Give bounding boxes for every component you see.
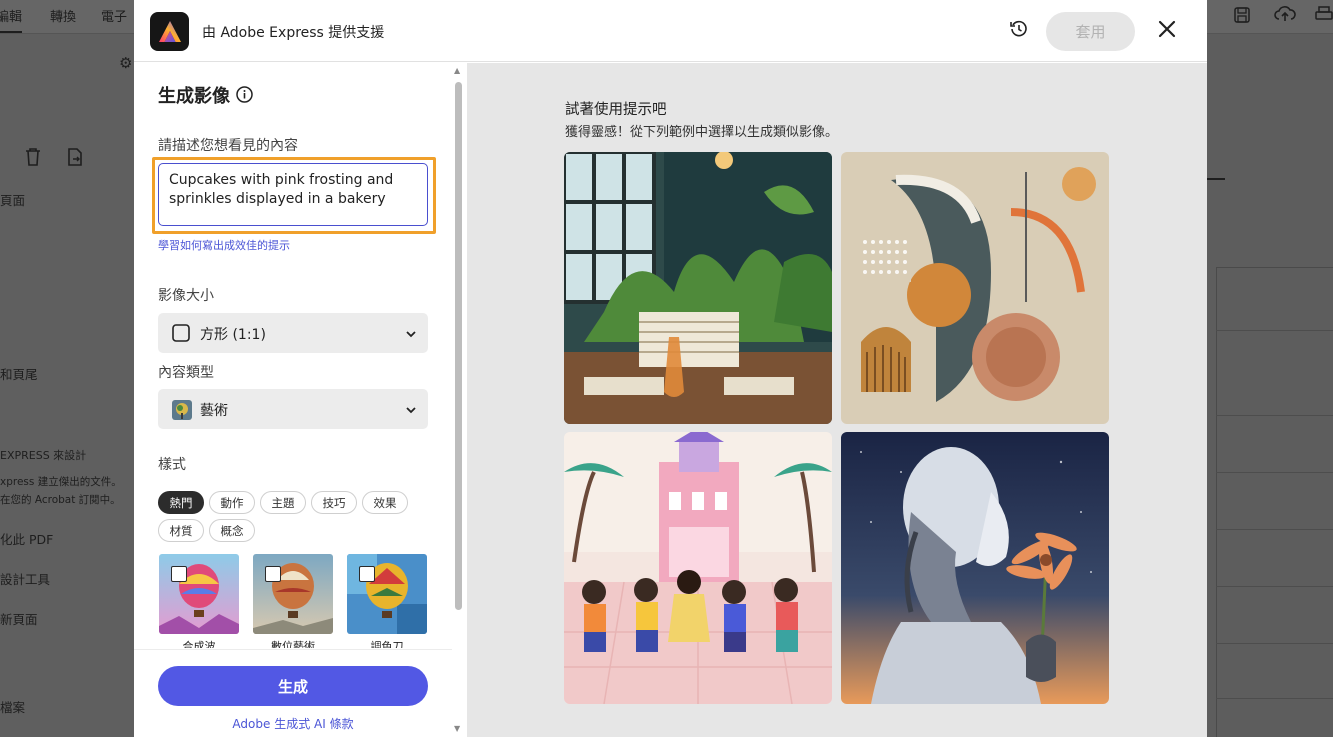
generate-button[interactable]: 生成 <box>158 666 428 706</box>
background-label-files: 檔案 <box>0 700 26 715</box>
content-type-dropdown[interactable]: 藝術 <box>158 389 428 429</box>
style-chip-theme[interactable]: 主題 <box>260 491 306 514</box>
image-size-value: 方形 (1:1) <box>200 327 266 343</box>
background-label-express-desc: xpress 建立傑出的文件。 <box>0 476 122 488</box>
content-type-label: 內容類型 <box>158 365 214 381</box>
style-chip-material[interactable]: 材質 <box>158 519 204 542</box>
sample-image-abstract-shapes[interactable] <box>841 152 1109 424</box>
background-rule <box>1216 586 1333 587</box>
cloud-upload-icon <box>1274 5 1296 27</box>
prompt-label: 請描述您想看見的內容 <box>158 138 298 154</box>
style-checkbox[interactable] <box>171 566 187 582</box>
sample-image-botanical-study[interactable] <box>564 152 832 424</box>
info-icon[interactable] <box>236 86 253 103</box>
background-label-pages: 頁面 <box>0 193 26 208</box>
art-icon <box>172 400 192 420</box>
print-icon <box>1315 5 1333 27</box>
style-thumbnail-label: 數位藝術 <box>271 640 315 648</box>
dialog-title: 由 Adobe Express 提供支援 <box>202 25 385 41</box>
chevron-down-icon <box>404 402 418 416</box>
image-size-label: 影像大小 <box>158 288 214 304</box>
style-chip-popular[interactable]: 熱門 <box>158 491 204 514</box>
close-icon <box>1158 20 1176 42</box>
background-rule <box>1216 698 1333 699</box>
trash-icon <box>24 147 42 171</box>
adobe-express-logo <box>150 12 189 51</box>
generative-ai-terms-link[interactable]: Adobe 生成式 AI 條款 <box>158 715 428 732</box>
background-label-subscription: 在您的 Acrobat 訂閱中。 <box>0 494 121 506</box>
style-chip-effect[interactable]: 效果 <box>362 491 408 514</box>
panel-heading: 生成影像 <box>158 86 230 107</box>
apply-button[interactable]: 套用 <box>1046 12 1135 51</box>
background-rule <box>1216 472 1333 473</box>
settings-panel: 生成影像 請描述您想看見的內容 Cupcakes with pink frost… <box>134 63 467 737</box>
background-tab-edit: 編輯 <box>0 6 23 33</box>
style-thumbnail-synthwave[interactable] <box>159 554 239 634</box>
background-rule <box>1216 643 1333 644</box>
style-thumbnail-palette-knife[interactable] <box>347 554 427 634</box>
background-label-design-tools: 設計工具 <box>0 572 51 587</box>
background-rule <box>1216 330 1333 331</box>
style-thumbnail-label: 調色刀 <box>370 640 404 648</box>
style-chip-concept[interactable]: 概念 <box>209 519 255 542</box>
scrollbar-thumb[interactable] <box>455 82 462 610</box>
extract-page-icon <box>66 147 84 171</box>
style-thumbnail-digital-art[interactable] <box>253 554 333 634</box>
scroll-down-arrow-icon[interactable]: ▼ <box>454 724 460 733</box>
background-rule <box>1216 529 1333 530</box>
sample-image-illustrated-town[interactable] <box>564 432 832 704</box>
content-type-value: 藝術 <box>200 403 228 419</box>
history-icon <box>1009 19 1029 43</box>
background-rule <box>1216 415 1333 416</box>
style-checkbox[interactable] <box>359 566 375 582</box>
style-checkbox[interactable] <box>265 566 281 582</box>
background-document <box>1216 267 1333 737</box>
prompt-tips-link[interactable]: 學習如何寫出成效佳的提示 <box>158 237 290 253</box>
prompt-input[interactable]: Cupcakes with pink frosting and sprinkle… <box>158 163 428 226</box>
style-label: 樣式 <box>158 457 186 473</box>
close-button[interactable] <box>1156 20 1178 42</box>
style-chip-motion[interactable]: 動作 <box>209 491 255 514</box>
style-chip-technique[interactable]: 技巧 <box>311 491 357 514</box>
background-tab-esign: 電子 <box>101 10 128 25</box>
image-size-dropdown[interactable]: 方形 (1:1) <box>158 313 428 353</box>
background-label-new-page: 新頁面 <box>0 612 38 627</box>
style-thumbnail-label: 合成波 <box>182 640 216 648</box>
background-label-optimize: 化此 PDF <box>0 532 54 547</box>
sample-image-android-flower[interactable] <box>841 432 1109 704</box>
inspiration-subtitle: 獲得靈感！從下列範例中選擇以生成類似影像。 <box>565 125 839 140</box>
background-label-header-footer: 和頁尾 <box>0 367 38 382</box>
generate-image-dialog: 由 Adobe Express 提供支援 套用 生成影像 請描述您想看見的內容 … <box>134 0 1207 737</box>
save-icon <box>1233 6 1251 28</box>
settings-icon: ⚙ <box>119 54 133 72</box>
inspiration-title: 試著使用提示吧 <box>565 102 667 118</box>
background-tab-convert: 轉換 <box>50 10 77 25</box>
dialog-header: 由 Adobe Express 提供支援 套用 <box>134 0 1207 62</box>
chevron-down-icon <box>404 326 418 340</box>
scroll-up-arrow-icon[interactable]: ▲ <box>454 66 460 75</box>
history-button[interactable] <box>1008 20 1030 42</box>
background-divider <box>1207 178 1225 180</box>
square-icon <box>172 324 190 342</box>
background-label-express: EXPRESS 來設計 <box>0 449 87 462</box>
